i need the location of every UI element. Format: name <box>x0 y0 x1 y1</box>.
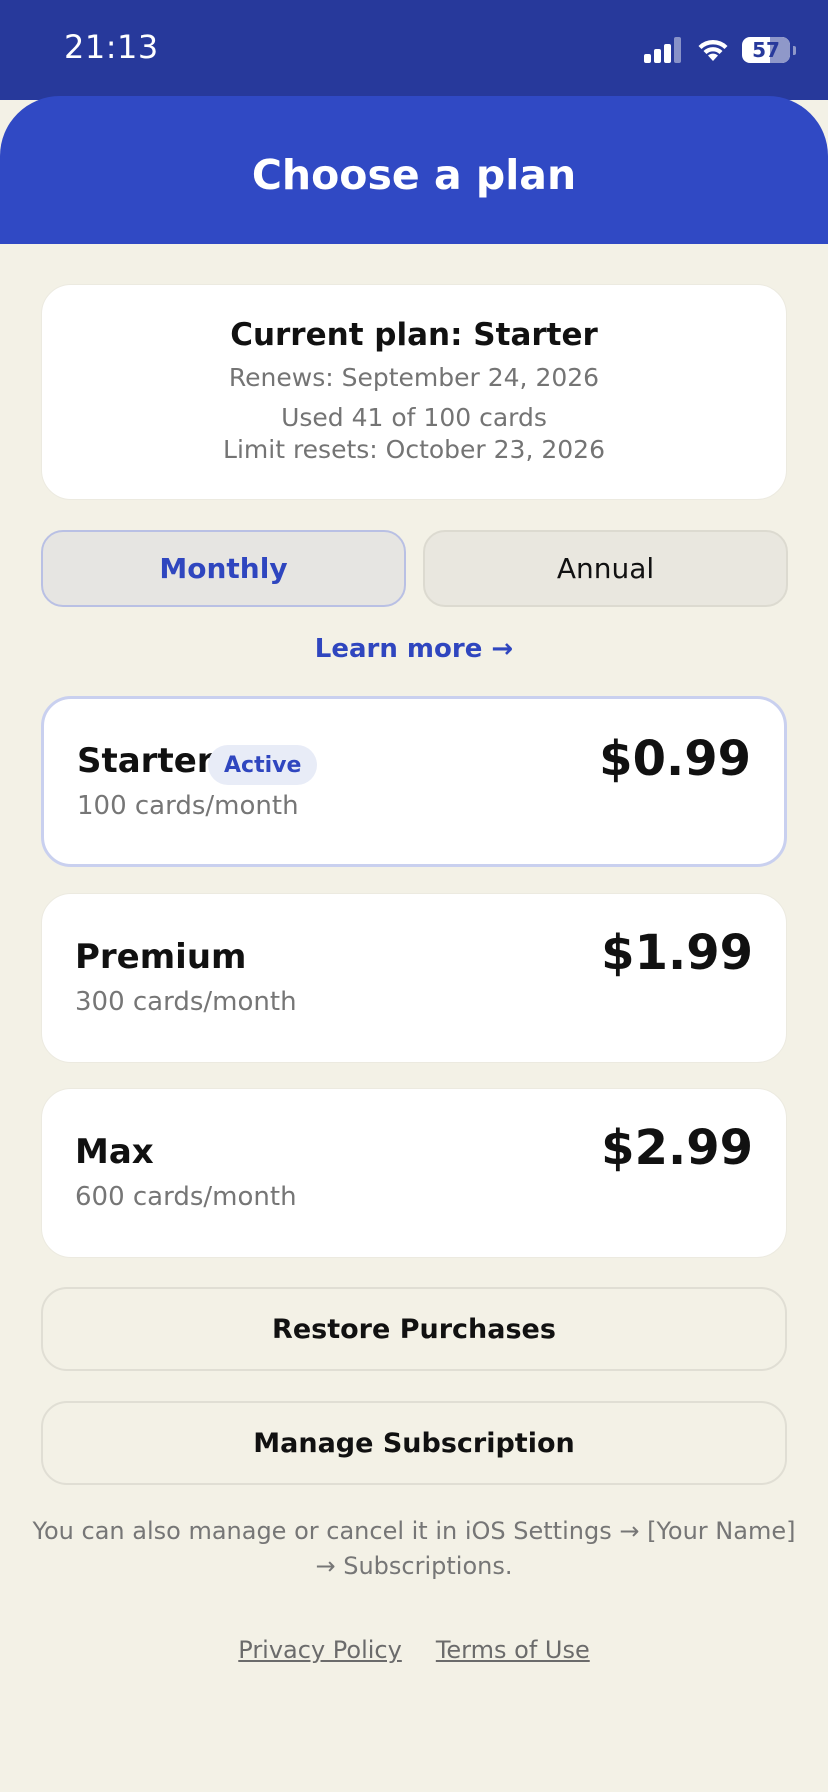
status-icons: 57 <box>644 34 796 66</box>
plan-card-max[interactable]: Max 600 cards/month $2.99 <box>41 1088 787 1258</box>
usage-text: Used 41 of 100 cards <box>281 403 547 432</box>
plan-price: $0.99 <box>599 731 751 787</box>
page-title: Choose a plan <box>251 151 577 199</box>
header: Choose a plan <box>0 96 828 244</box>
current-plan-card: Current plan: Starter Renews: September … <box>41 284 787 500</box>
plan-price: $1.99 <box>601 925 753 981</box>
current-plan-title: Current plan: Starter <box>230 317 598 353</box>
monthly-toggle-button[interactable]: Monthly <box>41 530 406 607</box>
privacy-policy-link[interactable]: Privacy Policy <box>238 1636 402 1664</box>
legal-links: Privacy Policy Terms of Use <box>0 1636 828 1664</box>
manage-subscription-button[interactable]: Manage Subscription <box>41 1401 787 1485</box>
plan-description: 600 cards/month <box>75 1182 297 1212</box>
terms-of-use-link[interactable]: Terms of Use <box>436 1636 590 1664</box>
plan-price: $2.99 <box>601 1120 753 1176</box>
wifi-icon <box>698 39 728 61</box>
plan-description: 300 cards/month <box>75 987 297 1017</box>
signal-icon <box>644 37 684 63</box>
battery-icon: 57 <box>742 37 796 63</box>
active-badge: Active <box>208 745 318 785</box>
limit-reset-date: Limit resets: October 23, 2026 <box>223 435 605 464</box>
status-bar: 21:13 57 <box>0 0 828 100</box>
learn-more-link[interactable]: Learn more → <box>0 634 828 664</box>
annual-toggle-button[interactable]: Annual <box>423 530 788 607</box>
status-time: 21:13 <box>64 28 159 66</box>
renewal-date: Renews: September 24, 2026 <box>228 363 600 392</box>
restore-purchases-button[interactable]: Restore Purchases <box>41 1287 787 1371</box>
plan-card-starter[interactable]: Starter Active 100 cards/month $0.99 <box>41 696 787 867</box>
plan-name: Premium <box>75 937 247 977</box>
plan-name: Starter <box>77 741 214 781</box>
battery-level: 57 <box>752 38 780 62</box>
plan-card-premium[interactable]: Premium 300 cards/month $1.99 <box>41 893 787 1063</box>
settings-footnote: You can also manage or cancel it in iOS … <box>32 1517 796 1580</box>
plan-name: Max <box>75 1132 154 1172</box>
plan-description: 100 cards/month <box>77 791 299 821</box>
